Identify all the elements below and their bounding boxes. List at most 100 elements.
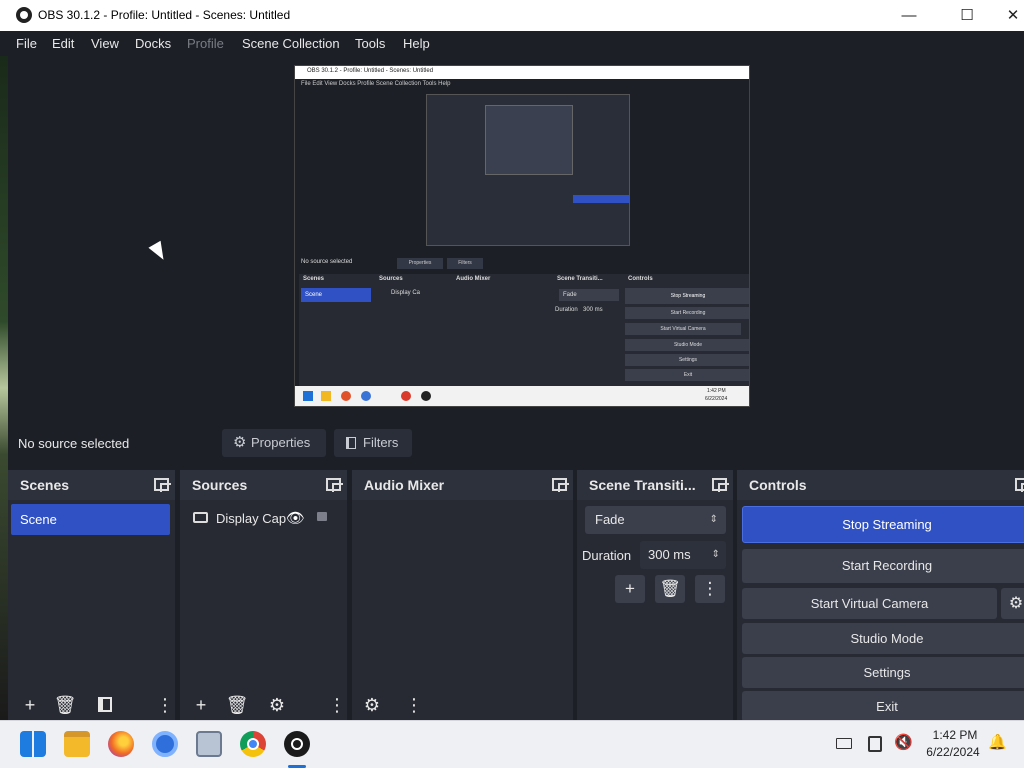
menu-tools[interactable]: Tools [355, 36, 385, 51]
nested-chromium-icon [361, 391, 371, 401]
nested-dock-audio: Audio Mixer [456, 276, 491, 282]
nested-settings: Settings [625, 354, 749, 366]
volume-muted-icon[interactable]: 🔇 [894, 733, 913, 751]
scene-list-item[interactable]: Scene [11, 504, 170, 535]
desktop-background-strip [0, 56, 8, 720]
menu-edit[interactable]: Edit [52, 36, 74, 51]
nested-start-virtual-camera: Start Virtual Camera [625, 323, 741, 335]
add-source-icon[interactable]: + [189, 694, 213, 716]
firefox-icon[interactable] [108, 731, 134, 757]
start-virtual-camera-button[interactable]: Start Virtual Camera [742, 588, 997, 619]
chrome-icon[interactable] [240, 731, 266, 757]
file-explorer-icon[interactable] [64, 731, 90, 757]
nested-studio-mode: Studio Mode [625, 339, 749, 351]
nested-chrome-icon [401, 391, 411, 401]
duration-label: Duration [582, 548, 632, 563]
properties-button[interactable]: ⚙ Properties [222, 429, 326, 457]
windows-start-icon[interactable] [20, 731, 46, 757]
taskbar: 🔇 🔔 [0, 720, 1024, 768]
add-scene-icon[interactable]: + [18, 694, 42, 716]
source-toolbar [8, 420, 1024, 470]
transition-menu-icon[interactable]: ⋮ [695, 575, 725, 603]
menu-profile[interactable]: Profile [187, 36, 224, 51]
start-recording-button[interactable]: Start Recording [742, 549, 1024, 583]
window-title: OBS 30.1.2 - Profile: Untitled - Scenes:… [38, 8, 291, 22]
source-list-item[interactable]: Display Cap 👁 [180, 506, 347, 532]
scene-menu-icon[interactable]: ⋮ [153, 694, 177, 716]
transitions-dock-title: Scene Transiti... [589, 477, 696, 493]
nested-duration: 300 ms [583, 307, 603, 313]
remove-transition-trash-icon[interactable]: 🗑 [655, 575, 685, 603]
nested-transition: Fade [559, 289, 619, 301]
nested-taskbar: 1:42 PM 6/22/2024 [295, 386, 749, 406]
settings-button[interactable]: Settings [742, 657, 1024, 688]
menu-scene-collection[interactable]: Scene Collection [242, 36, 340, 51]
undock-icon[interactable] [154, 478, 171, 492]
network-icon[interactable] [868, 736, 882, 752]
audio-menu-icon[interactable]: ⋮ [402, 694, 426, 716]
scenes-dock-header: Scenes [8, 470, 175, 500]
maximize-button[interactable]: ☐ [944, 0, 990, 31]
scenes-dock-title: Scenes [20, 477, 70, 493]
taskbar-date[interactable]: 6/22/2024 [918, 745, 988, 759]
studio-mode-button[interactable]: Studio Mode [742, 623, 1024, 654]
close-button[interactable]: ✕ [990, 0, 1024, 31]
duration-spinbox[interactable]: 300 ms ⇕ [640, 541, 726, 569]
scenes-dock: Scenes Scene + 🗑 ⋮ [8, 470, 175, 720]
audio-mixer-dock-header: Audio Mixer [352, 470, 573, 500]
audio-mixer-dock: Audio Mixer ⚙ ⋮ [352, 470, 573, 720]
nested-start-recording: Start Recording [625, 307, 749, 319]
menu-docks[interactable]: Docks [135, 36, 171, 51]
transition-select[interactable]: Fade ⇕ [585, 506, 726, 534]
nested-filters: Filters [447, 258, 483, 269]
gear-icon: ⚙ [233, 434, 247, 451]
app-installer-icon[interactable] [196, 731, 222, 757]
sources-dock-title: Sources [192, 477, 248, 493]
nested-obs-icon [421, 391, 431, 401]
undock-icon[interactable] [326, 478, 343, 492]
minimize-button[interactable]: — [886, 0, 932, 31]
nested-source-item: Display Ca [391, 290, 421, 296]
menu-help[interactable]: Help [403, 36, 430, 51]
stop-streaming-button[interactable]: Stop Streaming [742, 506, 1024, 543]
undock-icon[interactable] [1015, 478, 1024, 492]
spin-arrows-icon: ⇕ [711, 549, 720, 560]
preview-screen-capture: OBS 30.1.2 - Profile: Untitled - Scenes:… [294, 65, 750, 407]
scene-filters-icon[interactable] [93, 694, 117, 716]
menu-file[interactable]: File [16, 36, 37, 51]
visibility-eye-icon[interactable]: 👁 [286, 509, 305, 527]
taskbar-time[interactable]: 1:42 PM [924, 728, 986, 742]
keyboard-icon[interactable] [836, 738, 852, 749]
audio-mixer-dock-title: Audio Mixer [364, 477, 445, 493]
controls-dock-title: Controls [749, 477, 807, 493]
selected-source-label: No source selected [18, 436, 130, 451]
title-bar: OBS 30.1.2 - Profile: Untitled - Scenes:… [0, 0, 1024, 31]
audio-settings-gear-icon[interactable]: ⚙ [360, 694, 384, 716]
obs-studio-icon[interactable] [284, 731, 310, 757]
undock-icon[interactable] [552, 478, 569, 492]
nested-start-icon [303, 391, 313, 401]
nested-dock-sources: Sources [379, 276, 403, 282]
remove-scene-trash-icon[interactable]: 🗑 [53, 694, 77, 716]
add-transition-icon[interactable]: + [615, 575, 645, 603]
nested-dock-transitions: Scene Transiti... [557, 276, 603, 282]
filters-button[interactable]: Filters [334, 429, 412, 457]
lock-icon[interactable] [317, 512, 327, 521]
exit-button[interactable]: Exit [742, 691, 1024, 722]
nested-folder-icon [321, 391, 331, 401]
scene-transitions-dock: Scene Transiti... Fade ⇕ Duration 300 ms… [577, 470, 733, 720]
notification-bell-icon[interactable]: 🔔 [988, 733, 1007, 751]
remove-source-trash-icon[interactable]: 🗑 [225, 694, 249, 716]
sources-dock: Sources Display Cap 👁 + 🗑 ⚙ ⋮ [180, 470, 347, 720]
undock-icon[interactable] [712, 478, 729, 492]
source-properties-gear-icon[interactable]: ⚙ [265, 694, 289, 716]
nested-dock-controls: Controls [628, 276, 653, 282]
virtual-camera-settings-gear-icon[interactable]: ⚙ [1001, 588, 1024, 619]
nested-deep-stop-streaming [573, 195, 629, 203]
nested-preview [426, 94, 630, 246]
menu-view[interactable]: View [91, 36, 119, 51]
sources-dock-header: Sources [180, 470, 347, 500]
nested-firefox-icon [341, 391, 351, 401]
source-menu-icon[interactable]: ⋮ [325, 694, 349, 716]
chromium-icon[interactable] [152, 731, 178, 757]
